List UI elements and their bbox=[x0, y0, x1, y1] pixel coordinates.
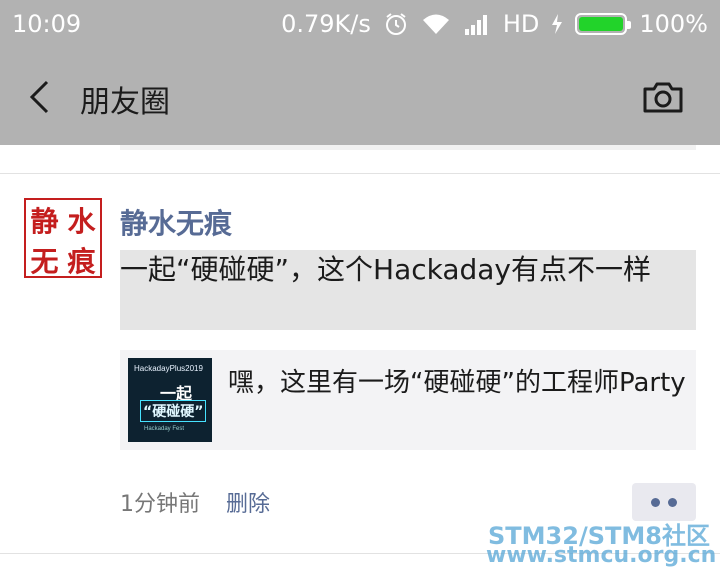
navbar: 朋友圈 bbox=[0, 55, 720, 140]
thumb-text: Hackaday Fest bbox=[144, 426, 185, 432]
dot-icon bbox=[651, 497, 660, 507]
avatar[interactable]: 静 水 无 痕 bbox=[24, 198, 102, 278]
avatar-char: 静 bbox=[30, 205, 59, 238]
status-right: 0.79K/s HD 100% bbox=[281, 10, 708, 38]
chevron-left-icon bbox=[29, 80, 49, 114]
battery-icon bbox=[575, 13, 632, 35]
thumb-text: “硬碰硬” bbox=[140, 400, 207, 422]
battery-level bbox=[579, 17, 624, 31]
network-type: HD bbox=[502, 10, 540, 38]
link-card[interactable]: HackadayPlus2019 一起 “硬碰硬” Hackaday Fest … bbox=[120, 350, 696, 450]
link-thumbnail: HackadayPlus2019 一起 “硬碰硬” Hackaday Fest bbox=[128, 358, 212, 442]
thumb-text: HackadayPlus2019 bbox=[134, 364, 203, 373]
post-time: 1分钟前 bbox=[120, 492, 200, 517]
wifi-icon bbox=[421, 12, 451, 36]
dot-icon bbox=[668, 497, 677, 507]
signal-icon bbox=[463, 13, 491, 35]
post-text[interactable]: 一起“硬碰硬”，这个Hackaday有点不一样 bbox=[120, 250, 696, 330]
camera-icon bbox=[643, 82, 683, 113]
link-title: 嘿，这里有一场“硬碰硬”的工程师Party bbox=[228, 368, 686, 398]
battery-percent: 100% bbox=[639, 10, 708, 38]
alarm-icon bbox=[383, 11, 409, 37]
avatar-char: 痕 bbox=[67, 245, 96, 278]
network-speed: 0.79K/s bbox=[281, 10, 371, 38]
status-time: 10:09 bbox=[12, 10, 82, 38]
delete-link[interactable]: 删除 bbox=[226, 486, 270, 518]
avatar-char: 无 bbox=[30, 245, 59, 278]
status-bar: 10:09 0.79K/s HD 100% bbox=[0, 0, 720, 50]
page-title: 朋友圈 bbox=[80, 85, 170, 120]
divider bbox=[0, 173, 720, 174]
camera-button[interactable] bbox=[640, 77, 686, 117]
back-button[interactable] bbox=[22, 77, 56, 117]
watermark-url: www.stmcu.org.cn bbox=[486, 543, 717, 568]
charging-icon bbox=[551, 13, 563, 35]
header-area: 10:09 0.79K/s HD 100% 朋友圈 bbox=[0, 0, 720, 145]
previous-post-edge bbox=[120, 145, 696, 150]
post-author[interactable]: 静水无痕 bbox=[120, 202, 232, 242]
avatar-char: 水 bbox=[67, 205, 96, 238]
